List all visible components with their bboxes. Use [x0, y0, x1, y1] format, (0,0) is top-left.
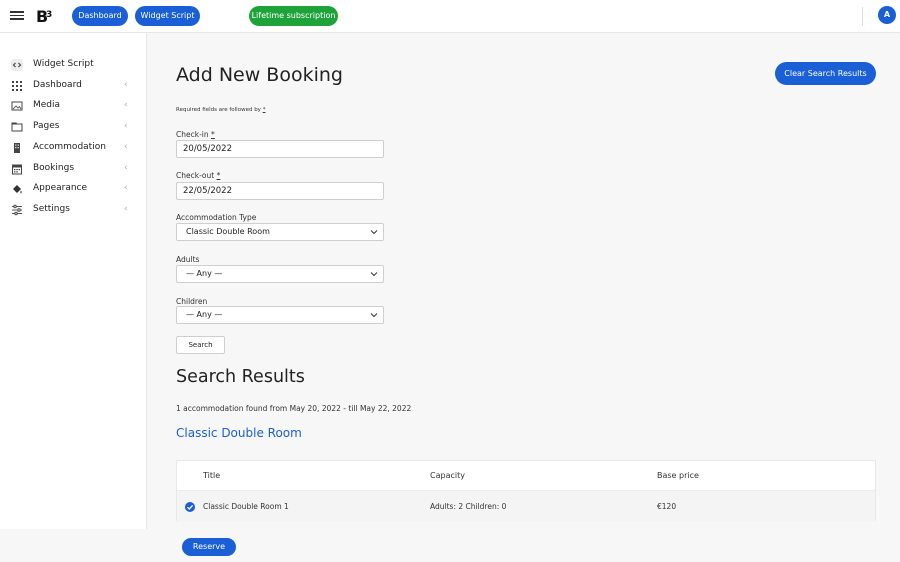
sliders-icon [12, 204, 22, 216]
adults-label: Adults [176, 255, 200, 264]
user-avatar[interactable]: A [878, 6, 896, 24]
column-header-base-price: Base price [657, 471, 699, 480]
table-header: Title Capacity Base price [177, 461, 875, 491]
chevron-down-icon [370, 313, 378, 318]
chevron-left-icon: ‹ [124, 80, 128, 90]
chevron-left-icon: ‹ [124, 121, 128, 131]
accommodation-type-label: Accommodation Type [176, 213, 257, 222]
column-header-capacity: Capacity [430, 471, 465, 480]
reserve-button[interactable]: Reserve [182, 538, 236, 556]
children-value: — Any — [186, 310, 223, 319]
chevron-down-icon [370, 230, 378, 235]
sidebar-item-label: Pages [33, 121, 60, 131]
sidebar-item-label: Dashboard [33, 80, 82, 90]
checkbox-checked-icon[interactable] [185, 502, 195, 512]
sidebar-item-accommodation[interactable]: Accommodation ‹ [0, 138, 147, 158]
brand-logo[interactable]: B 3 [36, 6, 56, 26]
page-title: Add New Booking [176, 64, 343, 86]
sidebar-item-pages[interactable]: Pages ‹ [0, 117, 147, 137]
required-star: * [211, 130, 215, 139]
search-button[interactable]: Search [176, 336, 225, 354]
building-icon [14, 143, 20, 153]
dashboard-button[interactable]: Dashboard [72, 6, 128, 26]
search-results-title: Search Results [176, 367, 305, 387]
sidebar-item-appearance[interactable]: Appearance ‹ [0, 179, 147, 199]
image-icon [11, 101, 23, 111]
calendar-icon [12, 164, 22, 175]
sidebar-item-bookings[interactable]: Bookings ‹ [0, 159, 147, 179]
accommodation-type-value: Classic Double Room [186, 227, 270, 236]
main-content: Add New Booking Clear Search Results Req… [147, 33, 900, 562]
checkout-label: Check-out * [176, 171, 220, 180]
children-select[interactable]: — Any — [176, 306, 384, 324]
sidebar-item-widget-script[interactable]: Widget Script [0, 55, 147, 75]
checkout-input[interactable]: 22/05/2022 [176, 182, 384, 200]
chevron-left-icon: ‹ [124, 163, 128, 173]
chevron-left-icon: ‹ [124, 100, 128, 110]
sidebar-item-label: Settings [33, 204, 70, 214]
sidebar-item-media[interactable]: Media ‹ [0, 96, 147, 116]
checkin-input[interactable]: 20/05/2022 [176, 140, 384, 158]
adults-value: — Any — [186, 269, 223, 278]
lifetime-subscription-badge[interactable]: Lifetime subscription [249, 6, 338, 26]
checkout-label-text: Check-out [176, 171, 215, 180]
accommodation-type-select[interactable]: Classic Double Room [176, 223, 384, 241]
room-title-cell: Classic Double Room 1 [203, 502, 289, 511]
capacity-cell: Adults: 2 Children: 0 [430, 502, 507, 511]
required-star: * [216, 171, 221, 180]
chevron-left-icon: ‹ [124, 142, 128, 152]
sidebar-item-label: Appearance [33, 183, 88, 193]
results-summary: 1 accommodation found from May 20, 2022 … [176, 404, 412, 413]
checkin-label-text: Check-in [176, 130, 209, 139]
clear-search-results-button[interactable]: Clear Search Results [775, 62, 876, 85]
chevron-left-icon: ‹ [124, 183, 128, 193]
sidebar-item-label: Media [33, 100, 61, 110]
code-icon [11, 59, 23, 71]
sidebar-item-label: Accommodation [33, 142, 106, 152]
sidebar-item-label: Widget Script [33, 59, 94, 69]
widget-script-button[interactable]: Widget Script [135, 6, 200, 26]
sidebar-item-dashboard[interactable]: Dashboard ‹ [0, 76, 147, 96]
adults-select[interactable]: — Any — [176, 265, 384, 283]
room-type-link[interactable]: Classic Double Room [176, 426, 302, 440]
table-row[interactable]: Classic Double Room 1 Adults: 2 Children… [177, 491, 875, 522]
menu-icon[interactable] [10, 9, 24, 23]
price-cell: €120 [657, 502, 677, 511]
grid-icon [12, 81, 22, 91]
chevron-down-icon [370, 272, 378, 277]
sidebar-item-settings[interactable]: Settings ‹ [0, 200, 147, 220]
sidebar: Widget Script Dashboard ‹ Media ‹ Pages … [0, 33, 147, 529]
paint-bucket-icon [13, 185, 22, 194]
topbar-divider [862, 7, 863, 26]
checkin-label: Check-in * [176, 130, 215, 139]
svg-text:3: 3 [46, 10, 52, 20]
top-bar: B 3 Dashboard Widget Script Lifetime sub… [0, 0, 900, 33]
column-header-title: Title [203, 471, 221, 480]
folder-icon [11, 122, 23, 132]
required-star: * [262, 107, 266, 113]
chevron-left-icon: ‹ [124, 204, 128, 214]
results-table: Title Capacity Base price Classic Double… [176, 460, 876, 522]
children-label: Children [176, 297, 208, 306]
sidebar-footer [0, 529, 147, 562]
required-note-text: Required fields are followed by [176, 107, 261, 113]
required-fields-note: Required fields are followed by * [176, 107, 265, 113]
sidebar-item-label: Bookings [33, 163, 75, 173]
